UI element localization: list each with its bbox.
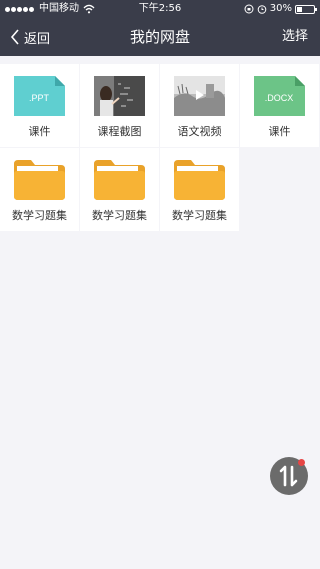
floating-action-button[interactable] (270, 457, 308, 495)
battery-icon (295, 4, 317, 14)
file-label: 课程截图 (97, 125, 142, 138)
select-button[interactable]: 选择 (282, 18, 308, 56)
folder-icon (174, 160, 225, 200)
file-tile-image[interactable]: 课程截图 (80, 64, 159, 147)
image-thumbnail (94, 76, 145, 116)
file-label: 语文视频 (177, 125, 222, 138)
battery-percent: 30% (269, 3, 292, 14)
ppt-badge: .PPT (29, 93, 50, 103)
rotation-lock-icon (244, 4, 254, 14)
folder-tile[interactable]: 数学习题集 (80, 148, 159, 231)
folder-icon (14, 160, 65, 200)
back-label: 返回 (24, 31, 51, 47)
status-bar: 中国移动 下午2:56 30% (0, 0, 320, 18)
status-right: 30% (244, 0, 317, 18)
file-tile-ppt[interactable]: .PPT 课件 (0, 64, 79, 147)
docx-file-icon: .DOCX (254, 76, 305, 116)
notification-dot (298, 459, 305, 466)
battery-fill (297, 6, 302, 12)
file-label: 数学习题集 (12, 209, 67, 222)
ppt-file-icon: .PPT (14, 76, 65, 116)
alarm-icon (257, 5, 267, 14)
folder-tile[interactable]: 数学习题集 (160, 148, 239, 231)
docx-badge: .DOCX (265, 93, 294, 103)
folder-icon (94, 160, 145, 200)
folder-tile[interactable]: 数学习题集 (0, 148, 79, 231)
nav-bar: 我的网盘 返回 选择 (0, 18, 320, 56)
file-tile-video[interactable]: 语文视频 (160, 64, 239, 147)
video-thumbnail (174, 76, 225, 116)
file-label: 数学习题集 (172, 209, 227, 222)
file-tile-docx[interactable]: .DOCX 课件 (240, 64, 319, 147)
file-label: 数学习题集 (92, 209, 147, 222)
file-label: 课件 (28, 125, 51, 138)
file-label: 课件 (268, 125, 291, 138)
back-button[interactable]: 返回 (10, 18, 50, 56)
chevron-left-icon (10, 29, 19, 45)
